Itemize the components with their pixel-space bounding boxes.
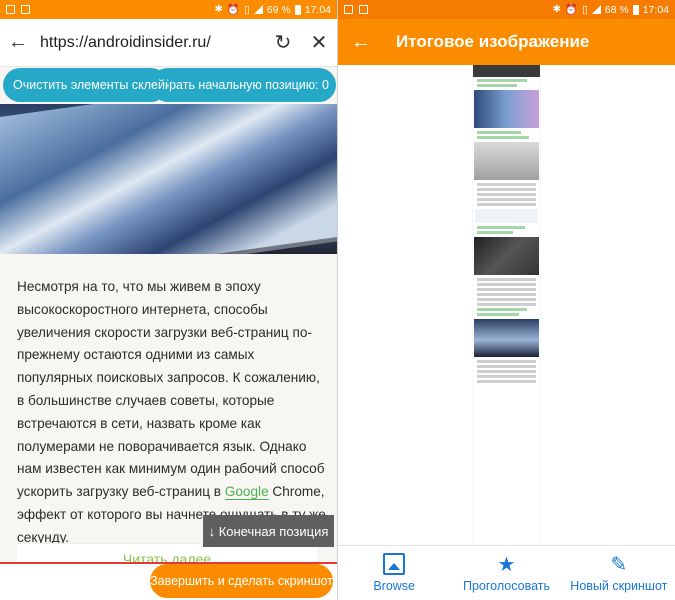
set-start-position-button[interactable]: Выбрать начальную позицию: 0 — [151, 68, 336, 102]
preview-site-header — [473, 65, 540, 77]
bottom-navigation: Browse ★ Проголосовать ✎ Новый скриншот — [338, 545, 675, 600]
status-bar: ✱ ⏰ ▯ 68 % 17:04 — [338, 0, 675, 19]
clock: 17:04 — [642, 3, 669, 16]
alarm-icon: ⏰ — [226, 4, 240, 16]
close-icon[interactable]: ✕ — [301, 19, 337, 67]
google-link[interactable]: Google — [224, 484, 269, 501]
image-notification-icon — [359, 5, 368, 14]
browser-pane: ✱ ⏰ ▯ 69 % 17:04 ← https://androidinside… — [0, 0, 337, 600]
vibrate-icon: ▯ — [244, 3, 250, 16]
nav-browse-label: Browse — [373, 579, 415, 593]
image-notification-icon — [21, 5, 30, 14]
nav-vote-label: Проголосовать — [462, 579, 550, 593]
stitched-image-preview[interactable] — [338, 65, 675, 545]
notification-icon — [6, 5, 15, 14]
status-right: ✱ ⏰ ▯ 69 % 17:04 — [214, 3, 331, 17]
back-arrow-icon[interactable]: ← — [338, 31, 384, 54]
vibrate-icon: ▯ — [582, 3, 588, 16]
battery-percent: 68 % — [604, 3, 629, 16]
bluetooth-icon: ✱ — [214, 4, 223, 15]
alarm-icon: ⏰ — [564, 4, 578, 16]
end-position-button[interactable]: ↓ Конечная позиция — [203, 515, 334, 547]
signal-icon — [591, 5, 601, 14]
image-icon — [383, 553, 406, 575]
article-body: Несмотря на то, что мы живем в эпоху выс… — [17, 276, 327, 550]
result-pane: ✱ ⏰ ▯ 68 % 17:04 ← Итоговое изображение — [338, 0, 675, 600]
page-title: Итоговое изображение — [396, 32, 590, 51]
signal-icon — [253, 5, 263, 14]
battery-icon — [294, 4, 301, 15]
clock: 17:04 — [304, 3, 331, 16]
status-left — [344, 5, 368, 14]
pencil-icon: ✎ — [610, 554, 628, 576]
article-hero-image: B — [0, 104, 337, 254]
nav-new-screenshot[interactable]: ✎ Новый скриншот — [563, 546, 675, 600]
back-arrow-icon[interactable]: ← — [0, 19, 36, 67]
clear-stitch-items-button[interactable]: Очистить элементы склейки — [3, 68, 168, 102]
stitch-controls: Выбрать начальную позицию: 0 Очистить эл… — [3, 68, 337, 104]
nav-new-screenshot-label: Новый скриншот — [570, 579, 668, 593]
bluetooth-icon: ✱ — [552, 4, 561, 15]
stitched-screenshot — [473, 65, 540, 545]
status-left — [6, 5, 30, 14]
url-field[interactable]: https://androidinsider.ru/ — [36, 34, 265, 52]
reload-icon[interactable]: ↻ — [265, 19, 301, 67]
battery-icon — [632, 4, 639, 15]
mac-wallpaper — [0, 104, 337, 254]
finish-screenshot-button[interactable]: Завершить и сделать скриншот — [150, 564, 333, 598]
nav-vote[interactable]: ★ Проголосовать — [450, 546, 562, 600]
status-bar: ✱ ⏰ ▯ 69 % 17:04 — [0, 0, 337, 19]
notification-icon — [344, 5, 353, 14]
app-bar: ← Итоговое изображение — [338, 19, 675, 65]
browser-toolbar: ← https://androidinsider.ru/ ↻ ✕ — [0, 19, 337, 67]
battery-percent: 69 % — [266, 3, 291, 16]
split-screen: ✱ ⏰ ▯ 69 % 17:04 ← https://androidinside… — [0, 0, 675, 600]
article-text: Несмотря на то, что мы живем в эпоху выс… — [17, 279, 325, 500]
nav-browse[interactable]: Browse — [338, 546, 450, 600]
star-icon: ★ — [497, 554, 516, 576]
status-right: ✱ ⏰ ▯ 68 % 17:04 — [552, 3, 669, 17]
